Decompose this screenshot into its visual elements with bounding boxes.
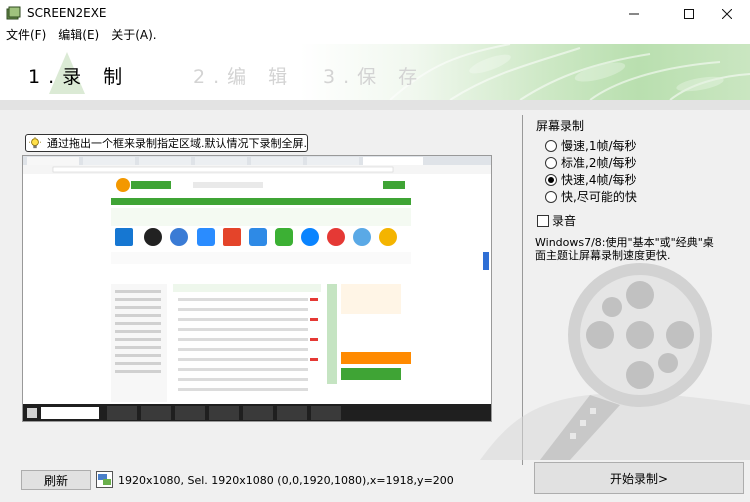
radio-standard[interactable]: 标准,2帧/每秒 [545, 154, 637, 171]
close-icon [722, 8, 732, 19]
screen-select-icon[interactable] [96, 471, 113, 488]
step-edit: 2.编 辑 [193, 66, 296, 88]
radio-label: 快速,4帧/每秒 [561, 173, 637, 187]
title-bar: SCREEN2EXE [0, 0, 750, 27]
step-banner: 1.录 制 2.编 辑 3.保 存 [0, 44, 750, 100]
radio-circle[interactable] [545, 139, 557, 152]
step-record: 1.录 制 [28, 66, 131, 88]
radio-fastest[interactable]: 快,尽可能的快 [545, 188, 637, 205]
lightbulb-icon [29, 137, 41, 149]
radio-label: 标准,2帧/每秒 [561, 156, 637, 170]
close-button[interactable] [704, 0, 750, 27]
step-save: 3.保 存 [323, 66, 426, 88]
minimize-icon [629, 13, 639, 14]
checkbox-box[interactable] [537, 214, 549, 227]
record-audio-checkbox[interactable]: 录音 [537, 212, 576, 229]
leaf-pattern-icon [389, 44, 750, 100]
menu-about[interactable]: 关于(A). [105, 27, 162, 44]
film-reel-icon [480, 263, 750, 460]
radio-circle-selected[interactable] [545, 173, 557, 186]
hint-box: 通过拖出一个框来录制指定区域.默认情况下录制全屏. [25, 134, 308, 152]
maximize-icon [684, 8, 694, 19]
selection-status: 1920x1080, Sel. 1920x1080 (0,0,1920,1080… [118, 474, 454, 487]
app-icon [6, 6, 21, 20]
refresh-button[interactable]: 刷新 [21, 470, 91, 490]
hint-text: 通过拖出一个框来录制指定区域.默认情况下录制全屏. [47, 137, 307, 150]
menu-edit[interactable]: 编辑(E) [52, 27, 105, 44]
radio-label: 慢速,1帧/每秒 [561, 139, 637, 153]
start-recording-button[interactable]: 开始录制> [534, 462, 744, 494]
radio-fast[interactable]: 快速,4帧/每秒 [545, 171, 637, 188]
checkbox-label: 录音 [552, 214, 577, 228]
window-title: SCREEN2EXE [27, 6, 107, 20]
minimize-button[interactable] [611, 0, 657, 27]
radio-slow[interactable]: 慢速,1帧/每秒 [545, 137, 637, 154]
menu-bar: 文件(F) 编辑(E) 关于(A). [0, 27, 750, 44]
radio-circle[interactable] [545, 156, 557, 169]
options-title: 屏幕录制 [536, 119, 585, 133]
radio-label: 快,尽可能的快 [561, 190, 637, 204]
main-area: 通过拖出一个框来录制指定区域.默认情况下录制全屏. 屏幕录制 慢速,1帧/每秒 … [0, 100, 750, 502]
radio-circle[interactable] [545, 190, 557, 203]
menu-file[interactable]: 文件(F) [0, 27, 52, 44]
